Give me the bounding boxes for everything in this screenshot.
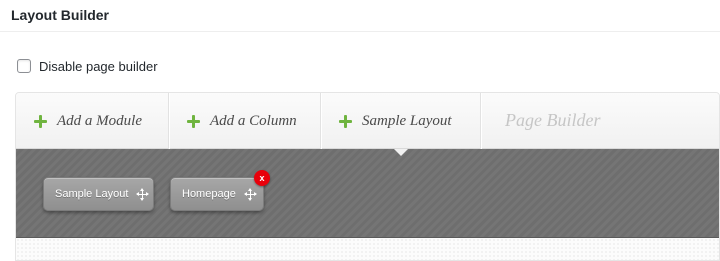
active-tool-pointer: [394, 149, 408, 156]
disable-page-builder-checkbox[interactable]: [17, 59, 31, 73]
add-module-label: Add a Module: [57, 112, 142, 129]
sample-layout-label: Sample Layout: [362, 112, 452, 129]
disable-page-builder-option[interactable]: Disable page builder: [17, 58, 158, 74]
builder-content-area: [16, 238, 719, 260]
layout-tabs-bar: Sample Layout Homepage x: [16, 149, 719, 238]
panel-title: Layout Builder: [11, 7, 110, 23]
disable-page-builder-label: Disable page builder: [39, 58, 158, 74]
plus-icon: [187, 114, 200, 128]
move-icon[interactable]: [243, 187, 257, 201]
move-icon[interactable]: [136, 187, 150, 201]
panel-header: Layout Builder: [0, 0, 720, 32]
page-builder-title: Page Builder: [505, 110, 601, 130]
plus-icon: [34, 114, 47, 128]
remove-layout-button[interactable]: x: [254, 170, 270, 186]
layout-tab-homepage[interactable]: Homepage: [170, 177, 264, 211]
add-column-button[interactable]: Add a Column: [169, 93, 321, 149]
add-module-button[interactable]: Add a Module: [16, 93, 169, 149]
layout-tab-sample-layout[interactable]: Sample Layout: [43, 177, 154, 211]
add-column-label: Add a Column: [210, 112, 297, 129]
builder-toolbar: Add a Module Add a Column Sample Layout …: [16, 93, 719, 149]
layout-tab-label: Sample Layout: [55, 188, 129, 200]
sample-layout-button[interactable]: Sample Layout: [321, 93, 481, 149]
page-builder: Add a Module Add a Column Sample Layout …: [15, 92, 720, 261]
layout-tab-label: Homepage: [182, 188, 236, 200]
plus-icon: [339, 114, 352, 128]
